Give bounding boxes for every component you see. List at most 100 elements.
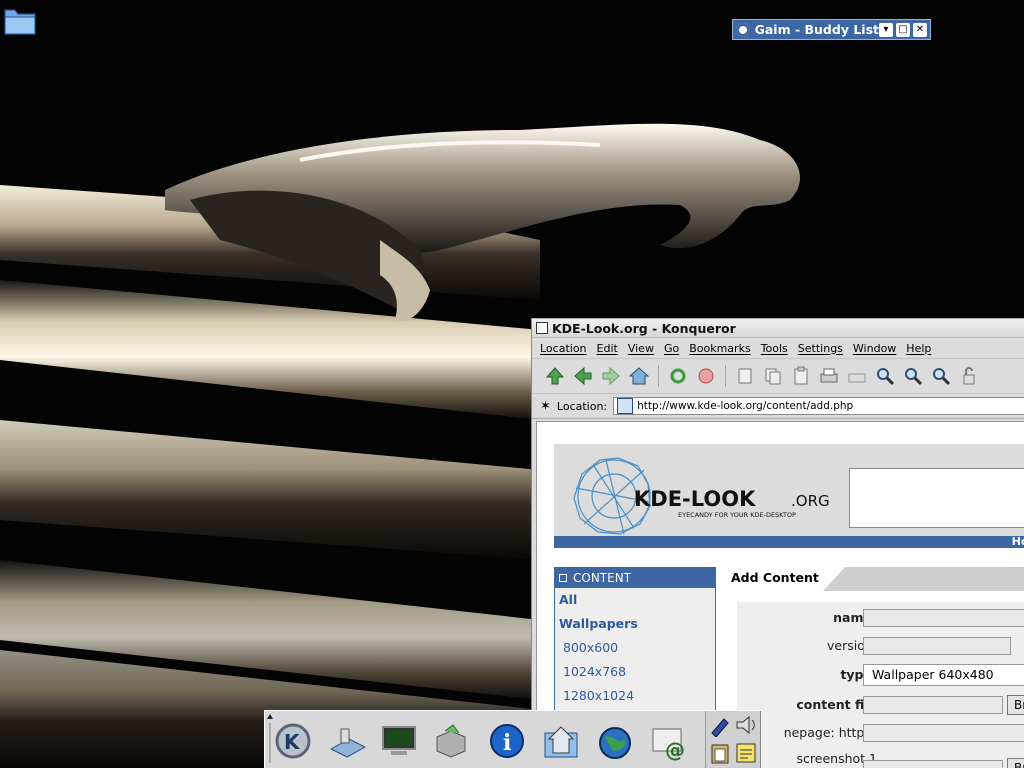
screenshot-field[interactable] [863,760,1003,768]
forward-button[interactable] [600,365,622,387]
info-center-button[interactable]: i [485,719,529,763]
zoom-in-button[interactable] [902,365,924,387]
kcontrol-button[interactable] [325,719,369,763]
speaker-icon[interactable] [734,713,758,737]
menu-help[interactable]: Help [906,342,931,355]
content-file-field[interactable] [863,696,1003,714]
browse-button[interactable]: Br [1007,758,1024,768]
clipboard-icon[interactable] [708,741,732,765]
menu-location[interactable]: Location [540,342,587,355]
menubar: Location Edit View Go Bookmarks Tools Se… [532,338,1024,359]
up-button[interactable] [544,365,566,387]
main-toolbar [532,359,1024,394]
menu-settings[interactable]: Settings [798,342,843,355]
security-button[interactable] [958,365,980,387]
web-browser-button[interactable] [593,719,637,763]
kde-menu-icon: K [275,723,311,759]
plug-icon[interactable] [708,713,732,737]
toolbar-separator [725,365,726,387]
url-input[interactable]: http://www.kde-look.org/content/add.php [613,397,1024,415]
sidebar-heading: CONTENT [555,568,715,588]
url-text: http://www.kde-look.org/content/add.php [637,400,854,412]
reload-button[interactable] [667,365,689,387]
menu-window[interactable]: Window [853,342,896,355]
homepage-label: nepage: http:// [783,725,877,740]
sidebar-link-1280x1024[interactable]: 1280x1024 [555,684,715,708]
konqueror-app-icon [536,322,548,334]
menu-edit[interactable]: Edit [597,342,618,355]
home-folder-icon [544,726,578,758]
globe-browser-icon [599,727,631,759]
ad-banner-box[interactable] [849,468,1024,528]
tab-add-content[interactable]: Add Content [725,567,823,591]
clear-location-icon[interactable]: ✶ [540,399,551,414]
stop-button[interactable] [695,365,717,387]
print-frame-button[interactable] [846,365,868,387]
sidebar-link-800x600[interactable]: 800x600 [555,636,715,660]
kde-menu-button[interactable]: K [271,719,315,763]
home-icon [629,367,649,385]
nav-home-link[interactable]: Hor [1012,535,1024,548]
copy-icon [765,368,781,385]
zoom-out-button[interactable] [930,365,952,387]
zoom-out-icon [933,368,951,386]
forward-arrow-icon [602,366,620,386]
name-field[interactable] [863,609,1024,627]
print-icon [848,373,866,383]
home-folder-button[interactable] [539,719,583,763]
svg-text:K: K [284,730,301,754]
window-menu-button[interactable]: ▾ [879,22,893,37]
paste-icon [794,366,808,385]
type-select[interactable]: Wallpaper 640x480 [863,664,1024,686]
window-title: KDE-Look.org - Konqueror [552,320,736,336]
location-label: Location: [556,399,608,413]
print-button[interactable] [818,365,840,387]
sidebar-link-1024x768[interactable]: 1024x768 [555,660,715,684]
up-arrow-icon [545,367,565,385]
kde-look-logo: KDE-LOOK .ORG EYECANDY FOR YOUR KDE-DESK… [573,457,830,535]
package-manager-button[interactable] [429,719,473,763]
menu-go[interactable]: Go [664,342,679,355]
homepage-field[interactable] [863,724,1024,742]
menu-view[interactable]: View [628,342,654,355]
form-row-content-file: content file Br [737,694,1024,716]
tab-row: Add Content [725,567,1024,591]
find-button[interactable] [874,365,896,387]
location-bar: ✶ Location: http://www.kde-look.org/cont… [532,394,1024,419]
konqueror-window: KDE-Look.org - Konqueror Location Edit V… [531,318,1024,768]
maximize-button[interactable]: □ [896,22,910,37]
type-label: type: [840,667,877,682]
form-row-screenshot: screenshot 1 Br [737,748,1024,768]
konsole-button[interactable] [377,719,421,763]
sidebar-heading-label: CONTENT [573,571,632,585]
reload-icon [670,368,686,384]
window-titlebar[interactable]: KDE-Look.org - Konqueror [532,319,1024,338]
print-icon [820,368,838,383]
kde-panel: K i @ [264,710,761,768]
menu-bookmarks[interactable]: Bookmarks [689,342,750,355]
version-field[interactable] [863,637,1011,655]
gaim-buddy-list-window[interactable]: Gaim - Buddy List ▾ □ ✕ [732,19,931,40]
form-row-homepage: nepage: http:// [737,722,1024,744]
svg-text:EYECANDY FOR YOUR KDE-DESKTOP: EYECANDY FOR YOUR KDE-DESKTOP [678,511,796,519]
copy-button[interactable] [762,365,784,387]
browse-button[interactable]: Br [1007,695,1024,715]
menu-tools[interactable]: Tools [761,342,788,355]
mail-icon: @ [652,728,685,761]
konsole-icon [382,726,416,755]
version-label: version: [827,638,877,653]
site-banner: KDE-LOOK .ORG EYECANDY FOR YOUR KDE-DESK… [554,444,1024,536]
home-button[interactable] [628,365,650,387]
paste-button[interactable] [790,365,812,387]
form-row-name: name: [737,607,1024,629]
notes-icon[interactable] [734,741,758,765]
back-button[interactable] [572,365,594,387]
folder-icon[interactable] [3,6,37,36]
mail-client-button[interactable]: @ [647,719,691,763]
sidebar-link-all[interactable]: All [555,588,715,612]
toolbar-separator [658,365,659,387]
svg-text:i: i [503,730,511,756]
close-button[interactable]: ✕ [913,22,927,37]
cut-button[interactable] [734,365,756,387]
sidebar-link-wallpapers[interactable]: Wallpapers [555,612,715,636]
